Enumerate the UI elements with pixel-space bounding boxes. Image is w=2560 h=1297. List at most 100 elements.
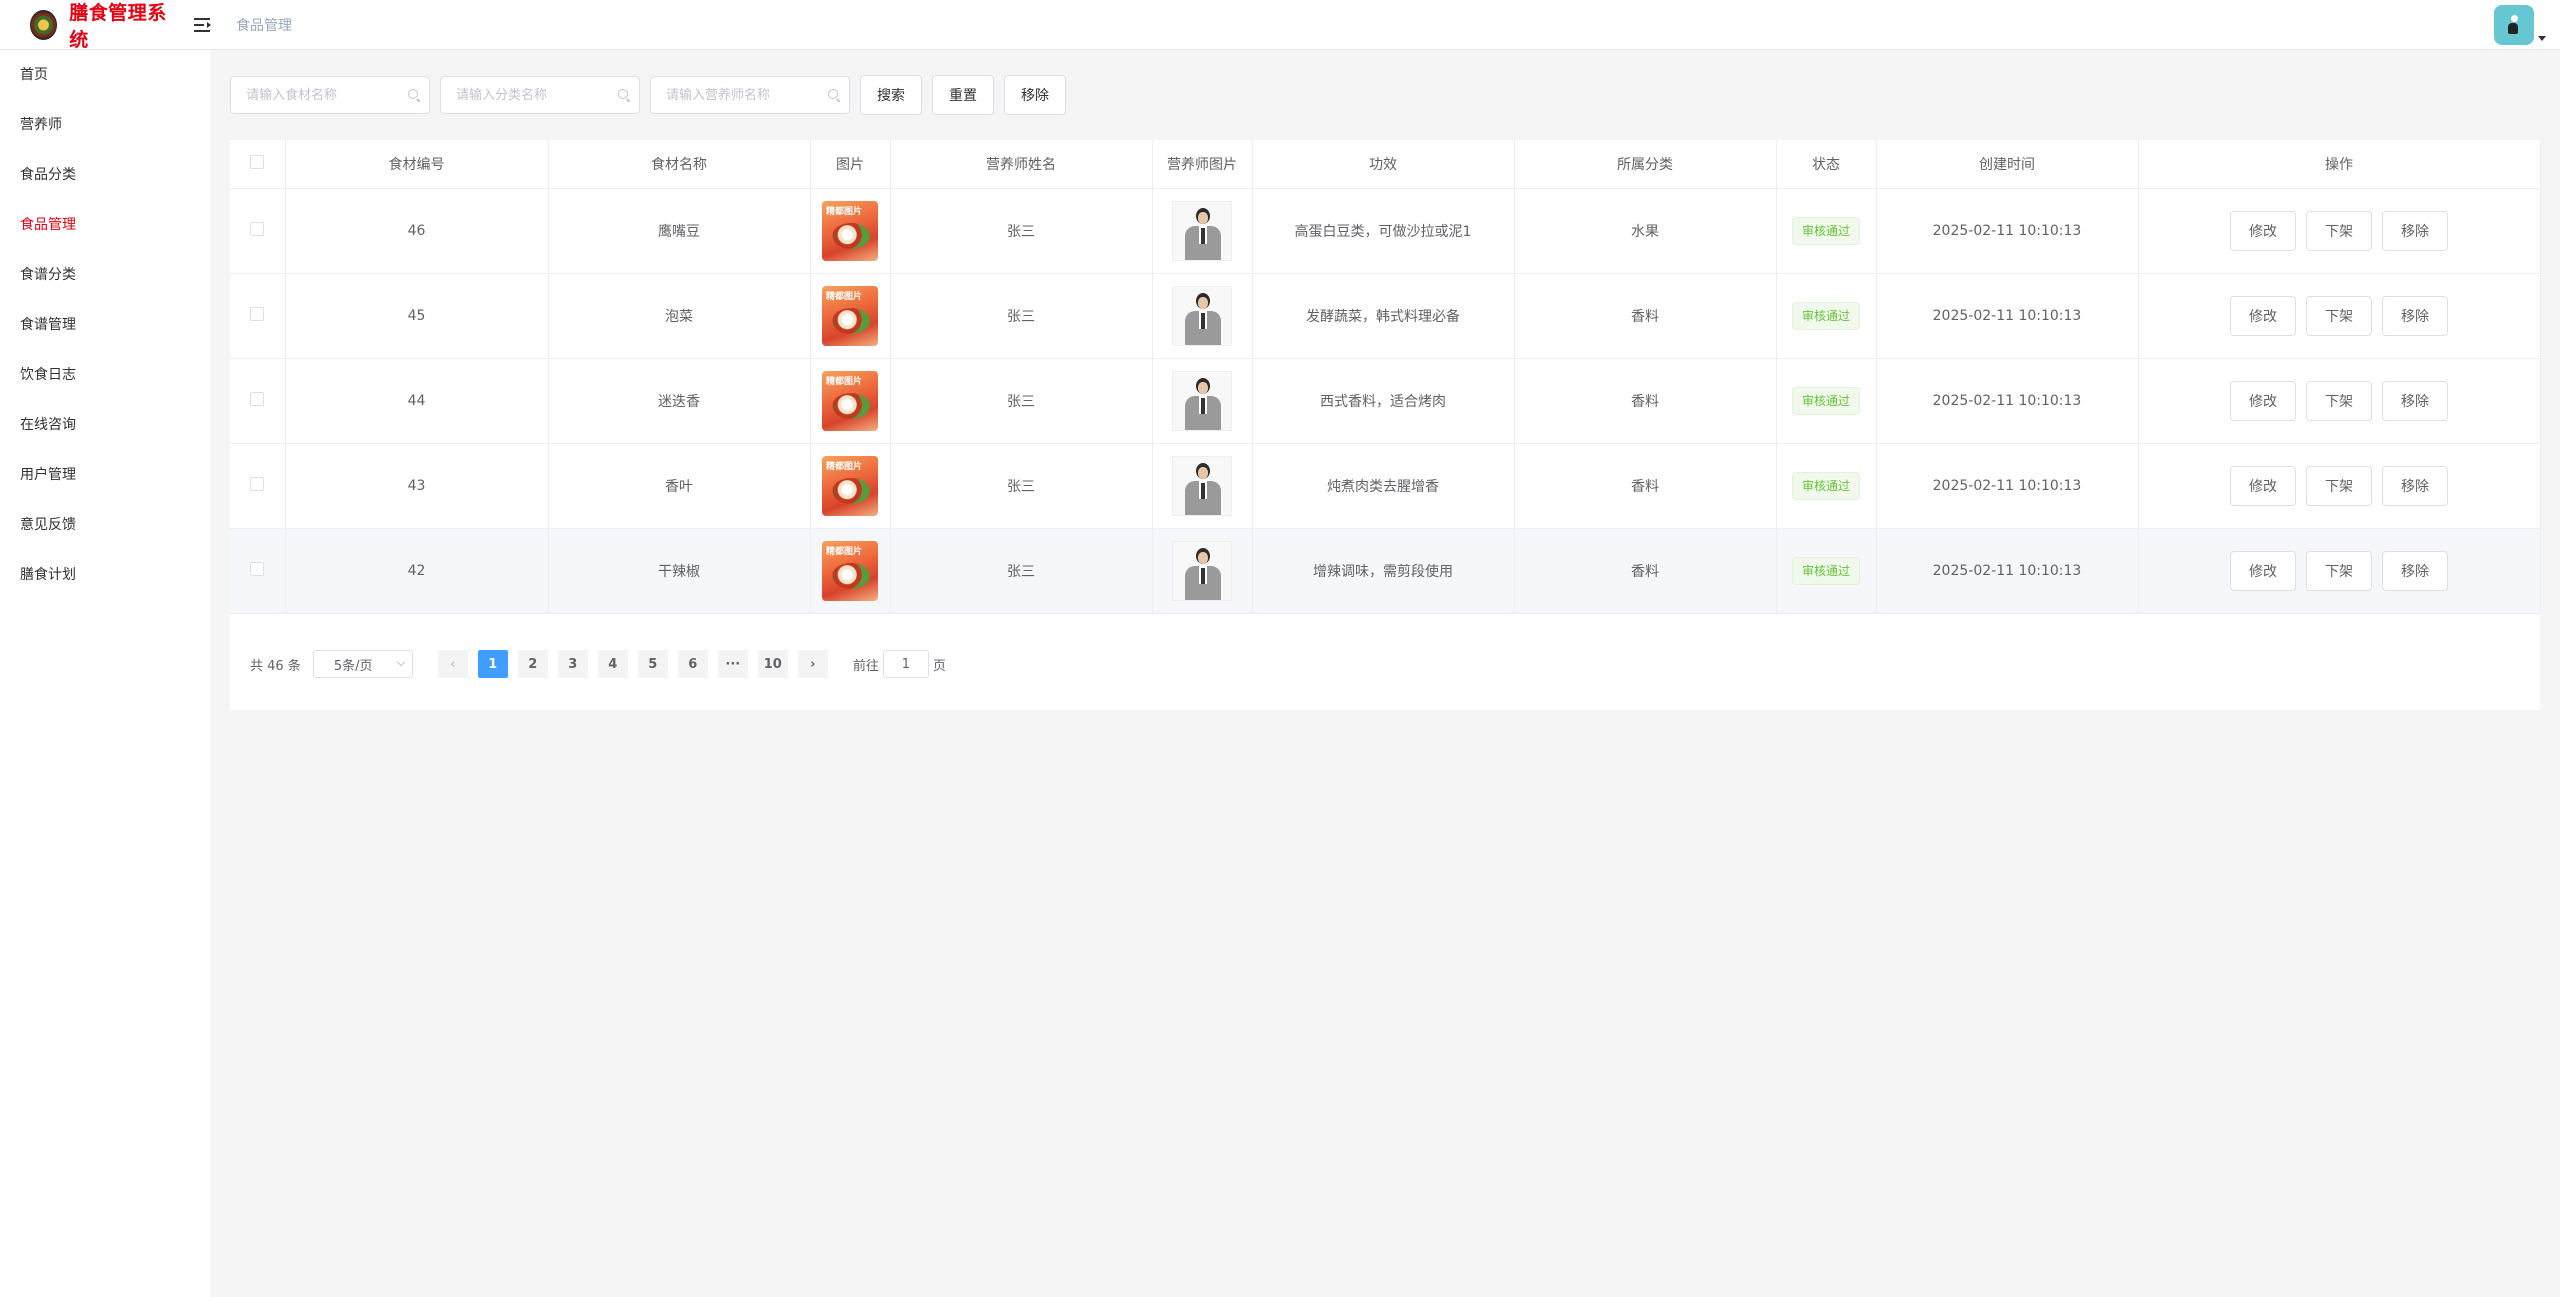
food-effect: 增辣调味，需剪段使用 [1252,528,1515,614]
pagination: 共 46 条 5条/页 ‹ 1 2 3 4 5 6 ··· 10 › 前往 页 [250,650,946,678]
remove-button[interactable]: 移除 [2382,380,2448,421]
row-actions: 修改 下架 移除 [2138,188,2541,274]
user-menu[interactable] [2494,5,2546,45]
table-card: 食材编号 食材名称 图片 营养师姓名 营养师图片 功效 所属分类 状态 创建时间… [230,140,2541,710]
prev-page-button[interactable]: ‹ [437,650,468,678]
page-size-select[interactable]: 5条/页 [312,650,413,678]
nutritionist-name-search[interactable] [650,76,850,114]
offline-button[interactable]: 下架 [2306,380,2372,421]
main-content: 搜索 重置 移除 食材编号 食材名称 图片 营养师姓名 营养师图片 功效 所属分… [210,50,2560,1297]
category-name-search[interactable] [440,76,640,114]
food-id: 43 [285,443,549,529]
remove-button[interactable]: 移除 [2382,465,2448,506]
food-name: 干辣椒 [548,528,811,614]
food-name: 泡菜 [548,273,811,359]
page-10[interactable]: 10 [757,650,788,678]
food-category: 香料 [1514,443,1777,529]
page-4[interactable]: 4 [597,650,628,678]
food-category: 香料 [1514,358,1777,444]
food-image: 精都图片 [822,455,878,516]
sidebar: 首页 营养师 食品分类 食品管理 食谱分类 食谱管理 饮食日志 在线咨询 用户管… [0,50,210,1297]
nutritionist-name-input[interactable] [651,77,849,113]
column-header: 营养师图片 [1152,140,1253,189]
user-avatar-icon[interactable] [2494,5,2534,45]
page-6[interactable]: 6 [677,650,708,678]
food-table: 食材编号 食材名称 图片 营养师姓名 营养师图片 功效 所属分类 状态 创建时间… [230,140,2541,614]
sidebar-item-recipe-category[interactable]: 食谱分类 [0,250,210,300]
page-3[interactable]: 3 [557,650,588,678]
search-icon [618,89,630,101]
goto-page-input[interactable] [882,650,929,678]
nutritionist-photo [1172,540,1232,601]
sidebar-item-recipe-management[interactable]: 食谱管理 [0,300,210,350]
caret-down-icon[interactable] [2538,36,2546,41]
remove-button[interactable]: 移除 [2382,295,2448,336]
food-effect: 西式香料，适合烤肉 [1252,358,1515,444]
hamburger-fold-icon[interactable] [193,17,211,33]
page-size-value: 5条/页 [333,658,373,674]
edit-button[interactable]: 修改 [2230,550,2296,591]
select-all-checkbox[interactable] [250,154,265,169]
food-name-input[interactable] [231,77,429,113]
remove-button[interactable]: 移除 [2382,550,2448,591]
edit-button[interactable]: 修改 [2230,465,2296,506]
food-effect: 发酵蔬菜，韩式料理必备 [1252,273,1515,359]
edit-button[interactable]: 修改 [2230,210,2296,251]
column-header: 营养师姓名 [890,140,1153,189]
row-checkbox[interactable] [250,221,265,236]
sidebar-item-user-management[interactable]: 用户管理 [0,450,210,500]
row-checkbox[interactable] [250,476,265,491]
sidebar-item-diet-log[interactable]: 饮食日志 [0,350,210,400]
nutritionist-photo [1172,200,1232,261]
reset-button[interactable]: 重置 [932,75,994,115]
food-image: 精都图片 [822,540,878,601]
sidebar-item-meal-plan[interactable]: 膳食计划 [0,550,210,600]
sidebar-item-online-consult[interactable]: 在线咨询 [0,400,210,450]
row-actions: 修改 下架 移除 [2138,443,2541,529]
food-category: 香料 [1514,528,1777,614]
row-checkbox[interactable] [250,561,265,576]
sidebar-item-home[interactable]: 首页 [0,50,210,100]
offline-button[interactable]: 下架 [2306,295,2372,336]
remove-button[interactable]: 移除 [2382,210,2448,251]
sidebar-item-food-management[interactable]: 食品管理 [0,200,210,250]
offline-button[interactable]: 下架 [2306,210,2372,251]
food-effect: 高蛋白豆类，可做沙拉或泥1 [1252,188,1515,274]
edit-button[interactable]: 修改 [2230,380,2296,421]
created-time: 2025-02-11 10:10:13 [1876,358,2139,444]
search-icon [828,89,840,101]
brand: 膳食管理系统 [0,0,211,52]
food-image: 精都图片 [822,200,878,261]
table-row: 44 迷迭香 精都图片 张三 西式香料，适合烤肉 香料 审核通过 2025-02… [230,358,2541,444]
row-checkbox[interactable] [250,391,265,406]
offline-button[interactable]: 下架 [2306,465,2372,506]
app-title: 膳食管理系统 [69,1,167,51]
category-name-input[interactable] [441,77,639,113]
food-name-search[interactable] [230,76,430,114]
row-checkbox[interactable] [250,306,265,321]
column-header: 状态 [1776,140,1877,189]
top-header: 膳食管理系统 食品管理 [0,0,2560,52]
food-name: 香叶 [548,443,811,529]
column-header: 所属分类 [1514,140,1777,189]
food-id: 44 [285,358,549,444]
food-image: 精都图片 [822,285,878,346]
sidebar-item-feedback[interactable]: 意见反馈 [0,500,210,550]
sidebar-item-nutritionist[interactable]: 营养师 [0,100,210,150]
row-actions: 修改 下架 移除 [2138,358,2541,444]
table-row: 42 干辣椒 精都图片 张三 增辣调味，需剪段使用 香料 审核通过 2025-0… [230,528,2541,614]
page-2[interactable]: 2 [517,650,548,678]
food-category: 水果 [1514,188,1777,274]
offline-button[interactable]: 下架 [2306,550,2372,591]
page-5[interactable]: 5 [637,650,668,678]
page-1[interactable]: 1 [477,650,508,678]
sidebar-item-food-category[interactable]: 食品分类 [0,150,210,200]
created-time: 2025-02-11 10:10:13 [1876,188,2139,274]
more-pages-button[interactable]: ··· [717,650,748,678]
column-header: 食材编号 [285,140,549,189]
search-button[interactable]: 搜索 [860,75,922,115]
nutritionist-name: 张三 [890,188,1153,274]
batch-remove-button[interactable]: 移除 [1004,75,1066,115]
next-page-button[interactable]: › [797,650,828,678]
edit-button[interactable]: 修改 [2230,295,2296,336]
